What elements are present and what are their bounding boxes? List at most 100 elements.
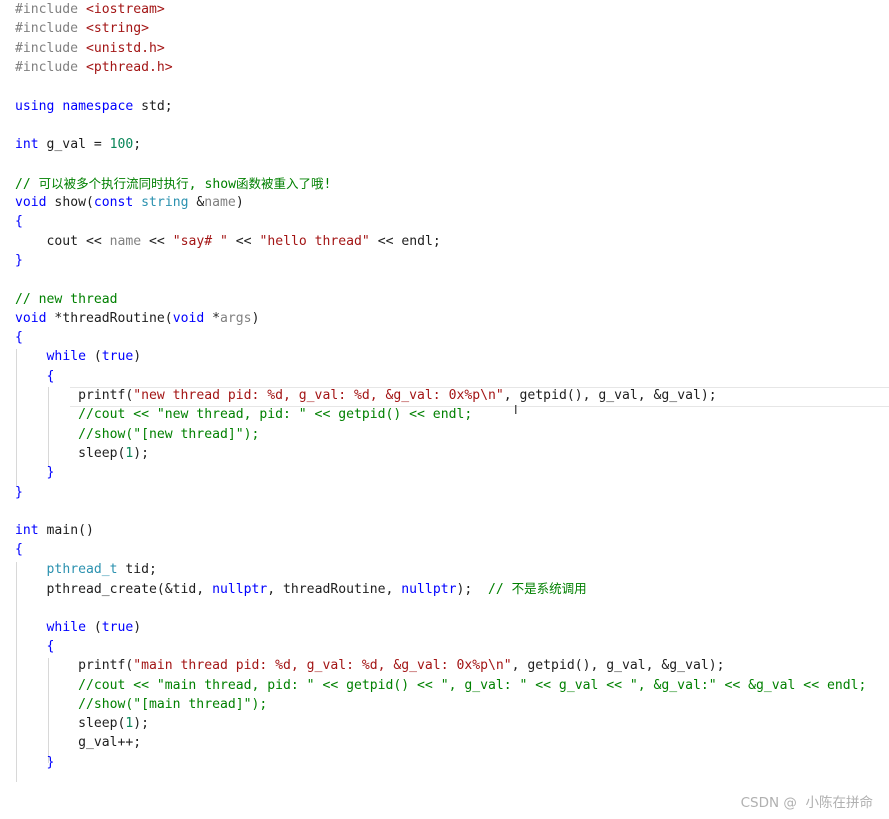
code-line[interactable]: using namespace std;	[15, 97, 173, 116]
code-token: void	[15, 310, 47, 326]
code-token: }	[46, 465, 55, 481]
code-token: );	[456, 582, 489, 597]
code-line[interactable]: void *threadRoutine(void *args)	[15, 309, 259, 328]
code-token: true	[101, 349, 134, 365]
code-token: printf(	[15, 388, 134, 403]
code-token: string	[141, 195, 189, 210]
code-line[interactable]: #include <pthread.h>	[15, 58, 173, 77]
code-token: {	[15, 214, 23, 230]
code-line[interactable]: int g_val = 100;	[15, 135, 141, 154]
code-token: );	[133, 716, 150, 732]
code-line[interactable]: pthread_t tid;	[15, 560, 157, 579]
code-line[interactable]: #include <iostream>	[15, 0, 165, 19]
code-line[interactable]: }	[15, 483, 23, 502]
comment-text-run: 可以被多个执行流同时执行	[38, 175, 189, 191]
code-token: <pthread.h>	[85, 59, 173, 75]
code-token: , threadRoutine,	[267, 582, 402, 597]
code-line[interactable]: {	[15, 212, 23, 231]
code-token: ;	[133, 137, 142, 153]
comment-text-run: 函数被重入了哦	[235, 175, 324, 191]
code-line[interactable]: {	[15, 328, 23, 347]
code-token: pthread_create(&tid,	[15, 582, 213, 597]
code-line[interactable]: printf("main thread pid: %d, g_val: %d, …	[15, 656, 724, 675]
code-line[interactable]: //show("[main thread]");	[15, 695, 267, 714]
code-line[interactable]: //cout << "main thread, pid: " << getpid…	[15, 676, 866, 695]
code-line[interactable]: {	[15, 367, 55, 386]
code-token: //show("[main thread]");	[15, 696, 268, 712]
text-cursor-icon: I	[514, 403, 518, 417]
code-line[interactable]: }	[15, 251, 23, 270]
code-line[interactable]: #include <unistd.h>	[15, 39, 165, 58]
code-line[interactable]: sleep(1);	[15, 714, 149, 733]
code-token: std;	[133, 98, 173, 114]
code-token: namespace	[62, 98, 134, 114]
code-token: << endl;	[369, 233, 441, 249]
code-editor[interactable]: #include <iostream> #include <string> #inc…	[0, 0, 889, 819]
code-token: )	[251, 310, 260, 326]
code-line[interactable]: // 可以被多个执行流同时执行, show函数被重入了哦!	[15, 174, 331, 193]
code-token: {	[46, 638, 55, 654]
code-line[interactable]: g_val++;	[15, 733, 141, 752]
code-line[interactable]: sleep(1);	[15, 444, 149, 463]
code-token: <unistd.h>	[85, 40, 165, 56]
code-line[interactable]: pthread_create(&tid, nullptr, threadRout…	[15, 579, 587, 598]
code-line[interactable]: printf("new thread pid: %d, g_val: %d, &…	[15, 386, 717, 405]
code-token: args	[220, 310, 252, 326]
code-line[interactable]: }	[15, 463, 55, 482]
code-token: {	[15, 330, 23, 346]
code-token: int	[15, 137, 39, 153]
code-token: sleep(	[15, 716, 126, 732]
code-token: , getpid(), g_val, &g_val);	[503, 388, 717, 403]
code-token: name	[204, 195, 236, 210]
code-line[interactable]: }	[15, 753, 55, 772]
code-token: <iostream>	[85, 2, 165, 17]
code-line[interactable]: {	[15, 637, 55, 656]
code-token: name	[109, 233, 142, 249]
code-line[interactable]: #include <string>	[15, 19, 149, 38]
code-token: int	[15, 523, 39, 539]
code-token: nullptr	[401, 582, 457, 597]
code-token: //cout << "new thread, pid: " << getpid(…	[15, 407, 473, 423]
code-token: }	[15, 252, 23, 268]
code-line[interactable]: {	[15, 540, 23, 559]
code-token: // 可以被多个执行流同时执行, show函数被重入了哦!	[15, 175, 332, 192]
code-token: (	[85, 349, 102, 365]
code-line[interactable]: cout << name << "say# " << "hello thread…	[15, 232, 441, 251]
code-token: true	[101, 619, 134, 635]
code-token: pthread_t	[46, 561, 118, 577]
code-token: cout <<	[15, 233, 110, 249]
code-line[interactable]: void show(const string &name)	[15, 193, 244, 212]
code-token: &	[188, 195, 205, 210]
code-token: #include	[15, 21, 86, 37]
code-token: sleep(	[15, 445, 126, 461]
code-token: {	[46, 368, 55, 384]
comment-text-run: , show	[188, 176, 236, 192]
code-line[interactable]: while (true)	[15, 618, 142, 637]
code-token: }	[46, 754, 55, 770]
code-token: #include	[15, 59, 86, 75]
code-line[interactable]: //cout << "new thread, pid: " << getpid(…	[15, 405, 472, 424]
code-token: "say# "	[172, 233, 228, 249]
code-token: "main thread pid: %d, g_val: %d, &g_val:…	[133, 658, 512, 674]
code-token: );	[133, 445, 150, 461]
code-token: *threadRoutine(	[46, 310, 173, 326]
comment-text-run: !	[323, 176, 332, 192]
code-token: g_val =	[38, 137, 110, 153]
code-token: show	[46, 195, 86, 210]
code-line[interactable]: while (true)	[15, 347, 142, 366]
code-line[interactable]: int main()	[15, 521, 94, 540]
code-token: )	[133, 349, 142, 365]
code-token: {	[15, 542, 23, 558]
code-token: <<	[227, 233, 260, 249]
code-token: printf(	[15, 658, 134, 674]
code-token: <string>	[85, 21, 150, 37]
code-token: // new thread	[15, 291, 118, 307]
code-token: 100	[109, 137, 134, 153]
code-token: while	[46, 349, 86, 365]
code-line[interactable]: // new thread	[15, 290, 117, 309]
code-line[interactable]: //show("[new thread]");	[15, 425, 259, 444]
